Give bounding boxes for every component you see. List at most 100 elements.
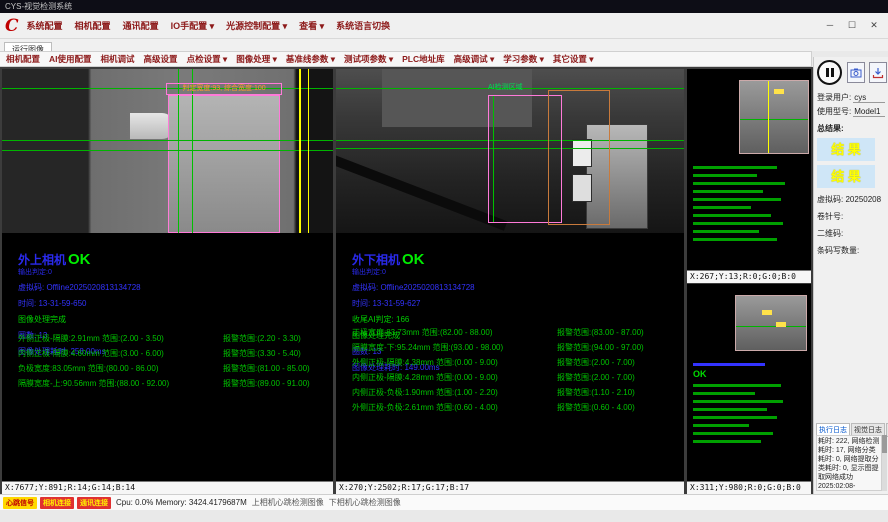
app-logo-icon: C xyxy=(5,16,19,36)
measure-text: 正极宽度:83.73mm 范围:(82.00 - 88.00) xyxy=(352,327,493,338)
camera-panel-small-bottom: OK X:311;Y:980;R:0;G:0;B:0 xyxy=(687,284,811,494)
camera-name: 外上相机 xyxy=(18,253,66,267)
status-badge-2: 通讯连接 xyxy=(77,497,111,509)
measure-text: 外侧正极-隔膜:4.38mm 范围:(0.00 - 9.00) xyxy=(352,357,498,368)
minimize-icon[interactable]: ─ xyxy=(824,20,836,31)
toolbar-item-11[interactable]: 其它设置 ▾ xyxy=(553,53,594,65)
login-user-label: 登录用户: xyxy=(817,92,851,103)
cable-shadow xyxy=(336,153,507,230)
window-title: CYS-视觉检测系统 xyxy=(5,2,72,11)
measure-rows-outer-top: 外侧正极-隔膜:2.91mm 范围:(2.00 - 3.50)报警范围:(2.2… xyxy=(18,333,331,393)
tab-strip: 运行图像 xyxy=(0,39,888,51)
camera-panel-outer-top: 判定宽度:93, 综合宽度:100 外上相机OK 输出判定:0 虚拟码: Off… xyxy=(2,69,333,494)
alarm-range-text: 报警范围:(83.00 - 87.00) xyxy=(557,327,644,338)
edge-line-yellow xyxy=(308,69,309,233)
pause-button[interactable] xyxy=(817,60,842,85)
measure-text: 内侧正极-隔膜:4.28mm 范围:(0.00 - 9.00) xyxy=(352,372,498,383)
qrcode-label: 二维码: xyxy=(817,228,885,239)
measure-row-4: 内侧正极-负极:1.90mm 范围:(1.00 - 2.20)报警范围:(1.1… xyxy=(352,387,682,402)
menu-item-2[interactable]: 通讯配置 xyxy=(123,19,159,32)
model-value: Model1 xyxy=(853,107,885,117)
measure-row-1: 隔膜宽度-下:95.24mm 范围:(93.00 - 98.00)报警范围:(9… xyxy=(352,342,682,357)
bottom-camera-heartbeat-link[interactable]: 下相机心跳检测图像 xyxy=(329,497,401,508)
roi-rect-orange xyxy=(548,90,610,225)
toolbar-item-9[interactable]: 高级调试 ▾ xyxy=(454,53,495,65)
right-sidebar: 登录用户: cys 使用型号: Model1 总结果: 结 果 结 果 虚拟码:… xyxy=(813,57,888,494)
log-scrollbar[interactable] xyxy=(882,435,887,491)
menu-bar: C 系统配置相机配置通讯配置IO手配置 ▾光源控制配置 ▾查看 ▾系统语言切换 … xyxy=(0,13,888,39)
status-badges: 心跳信号相机连接通讯连接 xyxy=(3,497,111,509)
maximize-icon[interactable]: ☐ xyxy=(846,20,858,31)
pixel-coords-bar: X:311;Y:980;R:0;G:0;B:0 xyxy=(687,481,811,494)
pixel-coords-bar: X:270;Y:2502;R:17;G:17;B:17 xyxy=(336,481,684,494)
baseline-green xyxy=(2,150,333,151)
status-bar: 心跳信号相机连接通讯连接 Cpu: 0.0% Memory: 3424.4179… xyxy=(0,494,888,510)
menu-item-5[interactable]: 查看 ▾ xyxy=(299,19,324,32)
cpu-memory-status: Cpu: 0.0% Memory: 3424.4179687M xyxy=(116,498,247,507)
measure-text: 外侧正极-隔膜:2.91mm 范围:(2.00 - 3.50) xyxy=(18,333,164,344)
toolbar-item-10[interactable]: 学习参数 ▾ xyxy=(503,53,544,65)
camera-image-small-bottom[interactable] xyxy=(735,295,807,351)
menu-item-1[interactable]: 相机配置 xyxy=(75,19,111,32)
alarm-range-text: 报警范围:(0.60 - 4.00) xyxy=(557,402,635,413)
toolbar-item-3[interactable]: 高级设置 xyxy=(144,53,178,65)
camera-name: 外下相机 xyxy=(352,253,400,267)
top-camera-heartbeat-link[interactable]: 上相机心跳检测图像 xyxy=(252,497,324,508)
virtual-code: 虚拟码: Offline2025020813134728 xyxy=(18,282,141,293)
toolbar-item-8[interactable]: PLC地址库 xyxy=(402,53,445,65)
edge-line-yellow xyxy=(768,81,769,153)
measure-text: 内侧正极-隔膜:4.60mm 范围:(3.00 - 6.00) xyxy=(18,348,164,359)
camera-image-outer-top[interactable]: 判定宽度:93, 综合宽度:100 xyxy=(2,69,333,233)
toolbar-item-5[interactable]: 图像处理 ▾ xyxy=(236,53,277,65)
baseline-green xyxy=(736,326,806,327)
measure-text: 隔膜宽度-上:90.56mm 范围:(88.00 - 92.00) xyxy=(18,378,169,389)
ai-region-label: AI检测区域 xyxy=(488,82,523,92)
baseline-green xyxy=(740,119,808,120)
baseline-green xyxy=(2,140,333,141)
menu-item-4[interactable]: 光源控制配置 ▾ xyxy=(226,19,287,32)
measure-row-3: 隔膜宽度-上:90.56mm 范围:(88.00 - 92.00) 报警范围:(8… xyxy=(18,378,331,393)
toolbar-item-0[interactable]: 相机配置 xyxy=(6,53,40,65)
alarm-range-text: 报警范围:(1.10 - 2.10) xyxy=(557,387,635,398)
measure-row-0: 外侧正极-隔膜:2.91mm 范围:(2.00 - 3.50)报警范围:(2.2… xyxy=(18,333,331,348)
log-text: 耗时: 222, 网络检测耗时: 17, 网络分类耗时: 0, 网络提取分类耗时… xyxy=(816,435,882,491)
result-ok: OK xyxy=(68,251,91,268)
highlight-yellow xyxy=(762,310,772,315)
measure-text: 外侧正极-负极:2.61mm 范围:(0.60 - 4.00) xyxy=(352,402,498,413)
write-count-label: 条码写数量: xyxy=(817,245,885,256)
result-box-top: 结 果 xyxy=(817,138,875,161)
measure-row-5: 外侧正极-负极:2.61mm 范围:(0.60 - 4.00) 报警范围:(0.6… xyxy=(352,402,682,417)
camera-image-small-top[interactable] xyxy=(739,80,809,154)
camera-panel-outer-bottom: AI检测区域 外下相机OK 输出判定:0 虚拟码: Offline2025020… xyxy=(336,69,684,494)
measure-row-2: 外侧正极-隔膜:4.38mm 范围:(0.00 - 9.00)报警范围:(2.0… xyxy=(352,357,682,372)
measure-rows-outer-bottom: 正极宽度:83.73mm 范围:(82.00 - 88.00) 报警范围:(83.… xyxy=(352,327,682,417)
mini-log-lines xyxy=(687,161,807,241)
toolbar-item-1[interactable]: AI使用配置 xyxy=(49,53,92,65)
virtual-code-line: 虚拟码: 20250208 xyxy=(817,194,885,205)
edge-line-yellow xyxy=(299,69,301,233)
toolbar-item-7[interactable]: 测试项参数 ▾ xyxy=(344,53,393,65)
alarm-range-text: 报警范围:(89.00 - 91.00) xyxy=(223,378,310,389)
toolbar-item-2[interactable]: 相机调试 xyxy=(101,53,135,65)
camera-capture-button[interactable] xyxy=(847,62,865,83)
toolbar-item-6[interactable]: 基准线参数 ▾ xyxy=(286,53,335,65)
save-image-button[interactable] xyxy=(869,62,887,83)
menu-item-6[interactable]: 系统语言切换 xyxy=(336,19,390,32)
save-icon xyxy=(872,67,884,79)
capture-time: 时间: 13-31-59-627 xyxy=(352,298,475,309)
login-user-value: cys xyxy=(853,93,885,103)
process-done: 图像处理完成 xyxy=(18,314,141,325)
toolbar-item-4[interactable]: 点检设置 ▾ xyxy=(187,53,228,65)
measure-row-0: 正极宽度:83.73mm 范围:(82.00 - 88.00) 报警范围:(83.… xyxy=(352,327,682,342)
app-window: CYS-视觉检测系统 C 系统配置相机配置通讯配置IO手配置 ▾光源控制配置 ▾… xyxy=(0,0,888,522)
model-label: 使用型号: xyxy=(817,106,851,117)
pixel-coords-bar: X:267;Y:13;R:0;G:0;B:0 xyxy=(687,270,811,283)
alarm-range-text: 报警范围:(81.00 - 85.00) xyxy=(223,363,310,374)
result-ok: OK xyxy=(402,251,425,268)
virtual-code-label: 虚拟码: xyxy=(817,195,843,204)
menu-item-0[interactable]: 系统配置 xyxy=(27,19,63,32)
menu-item-3[interactable]: IO手配置 ▾ xyxy=(171,19,215,32)
camera-icon xyxy=(850,67,862,79)
camera-image-outer-bottom[interactable]: AI检测区域 xyxy=(336,69,684,233)
close-icon[interactable]: ✕ xyxy=(868,20,880,31)
